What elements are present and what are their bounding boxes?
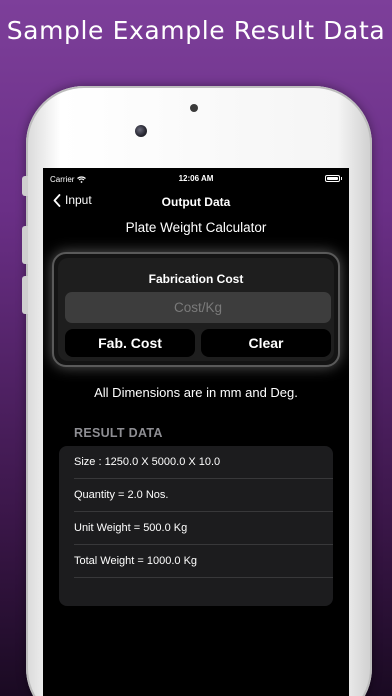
navigation-bar: Input Output Data bbox=[43, 190, 349, 214]
phone-screen: Carrier 12:06 AM Input Output Data Plate… bbox=[43, 168, 349, 696]
banner-title: Sample Example Result Data bbox=[6, 16, 386, 45]
nav-title: Output Data bbox=[161, 195, 231, 209]
phone-volume-down bbox=[22, 276, 28, 314]
fabrication-cost-panel: Fabrication Cost Fab. Cost Clear bbox=[58, 258, 334, 361]
status-bar: Carrier 12:06 AM bbox=[43, 168, 349, 188]
fab-cost-button[interactable]: Fab. Cost bbox=[65, 329, 195, 357]
page-subtitle: Plate Weight Calculator bbox=[125, 220, 267, 235]
clear-button[interactable]: Clear bbox=[201, 329, 331, 357]
dimensions-note: All Dimensions are in mm and Deg. bbox=[94, 385, 298, 400]
status-time: 12:06 AM bbox=[178, 174, 214, 183]
result-row-size: Size : 1250.0 X 5000.0 X 10.0 bbox=[74, 456, 221, 468]
result-data-header: RESULT DATA bbox=[74, 426, 163, 440]
row-divider bbox=[74, 577, 333, 578]
result-row-total-weight: Total Weight = 1000.0 Kg bbox=[74, 555, 198, 567]
fabrication-cost-card: Fabrication Cost Fab. Cost Clear bbox=[52, 252, 340, 367]
battery-icon bbox=[325, 175, 342, 182]
camera-icon bbox=[135, 125, 147, 137]
result-row-quantity: Quantity = 2.0 Nos. bbox=[74, 489, 169, 501]
phone-mute-switch bbox=[22, 176, 28, 196]
result-data-list: Size : 1250.0 X 5000.0 X 10.0 Quantity =… bbox=[59, 446, 333, 606]
cost-per-kg-input[interactable] bbox=[65, 292, 331, 323]
fabrication-cost-title: Fabrication Cost bbox=[148, 272, 244, 286]
speaker-icon bbox=[190, 104, 198, 112]
phone-volume-up bbox=[22, 226, 28, 264]
result-row-unit-weight: Unit Weight = 500.0 Kg bbox=[74, 522, 188, 534]
